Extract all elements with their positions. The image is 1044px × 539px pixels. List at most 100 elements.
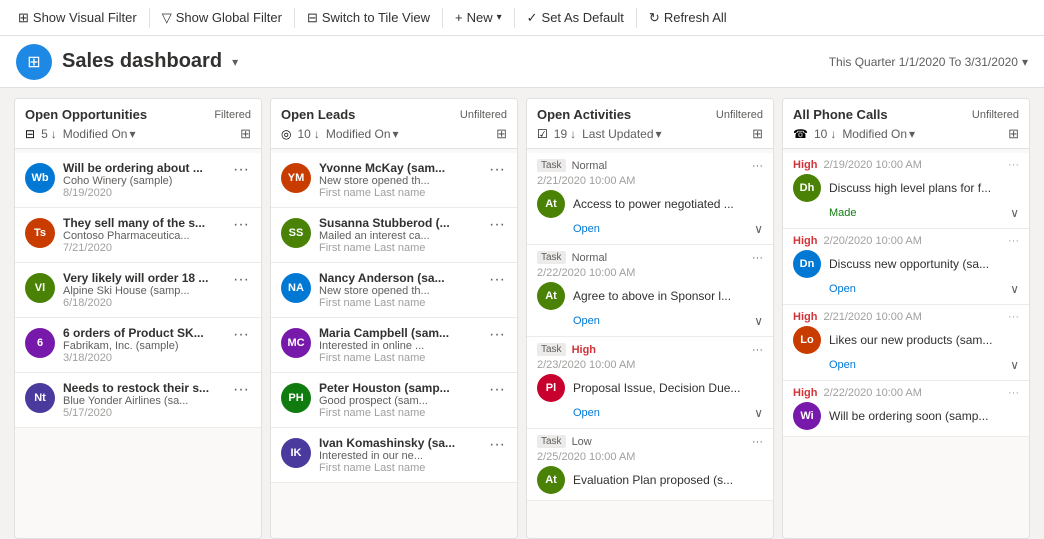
list-item[interactable]: Task Normal ··· 2/22/2020 10:00 AM At Ag… xyxy=(527,245,773,337)
list-item[interactable]: High 2/20/2020 10:00 AM ··· Dn Discuss n… xyxy=(783,229,1029,305)
avatar: IK xyxy=(281,438,311,468)
quarter-chevron-icon: ▾ xyxy=(1022,55,1028,69)
phone-row-4: Wi Will be ordering soon (samp... xyxy=(793,402,1019,430)
show-visual-filter-button[interactable]: ⊞ Show Visual Filter xyxy=(8,0,147,36)
avatar: At xyxy=(537,282,565,310)
table-row[interactable]: MC Maria Campbell (sam... Interested in … xyxy=(271,318,517,373)
table-row[interactable]: Ts They sell many of the s... Contoso Ph… xyxy=(15,208,261,263)
activities-settings-icon[interactable]: ⊞ xyxy=(752,126,763,142)
leads-sort[interactable]: Modified On ▾ xyxy=(326,127,399,141)
separator-2 xyxy=(294,8,295,28)
avatar: Ts xyxy=(25,218,55,248)
new-button[interactable]: + New ▾ xyxy=(445,0,512,36)
card-more-icon[interactable]: ··· xyxy=(231,271,251,289)
activity-status-1: Open ∨ xyxy=(537,218,763,238)
priority-4: Low xyxy=(572,436,592,448)
card-content: They sell many of the s... Contoso Pharm… xyxy=(63,216,223,254)
card-more-icon[interactable]: ··· xyxy=(231,381,251,399)
phone-chevron-2[interactable]: ∨ xyxy=(1010,282,1019,296)
activity-chevron-2[interactable]: ∨ xyxy=(754,314,763,328)
card-content: Susanna Stubberod (... Mailed an interes… xyxy=(319,216,479,254)
table-row[interactable]: Vl Very likely will order 18 ... Alpine … xyxy=(15,263,261,318)
phone-calls-list: High 2/19/2020 10:00 AM ··· Dh Discuss h… xyxy=(783,149,1029,538)
plus-icon: + xyxy=(455,10,463,25)
activity-title-3: Proposal Issue, Decision Due... xyxy=(573,381,763,395)
table-row[interactable]: Wb Will be ordering about ... Coho Winer… xyxy=(15,153,261,208)
avatar: NA xyxy=(281,273,311,303)
leads-sort-icon: ◎ xyxy=(281,127,291,141)
table-row[interactable]: YM Yvonne McKay (sam... New store opened… xyxy=(271,153,517,208)
list-item[interactable]: High 2/19/2020 10:00 AM ··· Dh Discuss h… xyxy=(783,153,1029,229)
refresh-all-button[interactable]: ↻ Refresh All xyxy=(639,0,737,36)
filter-icon: ⊞ xyxy=(18,10,29,26)
activity-datetime-4: 2/25/2020 10:00 AM xyxy=(537,451,763,463)
separator-5 xyxy=(636,8,637,28)
phone-more-1[interactable]: ··· xyxy=(1008,159,1019,171)
phone-more-2[interactable]: ··· xyxy=(1008,235,1019,247)
activity-chevron-3[interactable]: ∨ xyxy=(754,406,763,420)
switch-to-tile-view-button[interactable]: ⊟ Switch to Tile View xyxy=(297,0,440,36)
phone-more-4[interactable]: ··· xyxy=(1008,387,1019,399)
show-global-filter-button[interactable]: ▽ Show Global Filter xyxy=(152,0,292,36)
table-row[interactable]: NA Nancy Anderson (sa... New store opene… xyxy=(271,263,517,318)
task-badge-1: Task xyxy=(537,159,566,172)
table-row[interactable]: Nt Needs to restock their s... Blue Yond… xyxy=(15,373,261,428)
activity-meta-4: Task Low ··· xyxy=(537,435,763,448)
all-phone-calls-title: All Phone Calls xyxy=(793,107,888,122)
card-content: Nancy Anderson (sa... New store opened t… xyxy=(319,271,479,309)
avatar: PH xyxy=(281,383,311,413)
title-chevron-icon[interactable]: ▾ xyxy=(232,55,238,69)
avatar: Lo xyxy=(793,326,821,354)
table-row[interactable]: IK Ivan Komashinsky (sa... Interested in… xyxy=(271,428,517,483)
task-badge-4: Task xyxy=(537,435,566,448)
card-more-icon[interactable]: ··· xyxy=(487,381,507,399)
avatar: Dh xyxy=(793,174,821,202)
header-left: ⊞ Sales dashboard ▾ xyxy=(16,44,238,80)
list-item[interactable]: High 2/22/2020 10:00 AM ··· Wi Will be o… xyxy=(783,381,1029,437)
page-title: Sales dashboard xyxy=(62,50,222,73)
task-badge-3: Task xyxy=(537,343,566,356)
list-item[interactable]: High 2/21/2020 10:00 AM ··· Lo Likes our… xyxy=(783,305,1029,381)
set-as-default-button[interactable]: ✓ Set As Default xyxy=(517,0,634,36)
list-item[interactable]: Task Normal ··· 2/21/2020 10:00 AM At Ac… xyxy=(527,153,773,245)
phone-settings-icon[interactable]: ⊞ xyxy=(1008,126,1019,142)
quarter-range[interactable]: This Quarter 1/1/2020 To 3/31/2020 ▾ xyxy=(829,55,1028,69)
activity-more-4[interactable]: ··· xyxy=(752,436,763,448)
opportunities-settings-icon[interactable]: ⊞ xyxy=(240,126,251,142)
card-more-icon[interactable]: ··· xyxy=(231,216,251,234)
list-item[interactable]: Task Low ··· 2/25/2020 10:00 AM At Evalu… xyxy=(527,429,773,501)
table-row[interactable]: SS Susanna Stubberod (... Mailed an inte… xyxy=(271,208,517,263)
card-content: Very likely will order 18 ... Alpine Ski… xyxy=(63,271,223,309)
phone-meta-1: High 2/19/2020 10:00 AM ··· xyxy=(793,159,1019,171)
card-more-icon[interactable]: ··· xyxy=(231,161,251,179)
phone-chevron-3[interactable]: ∨ xyxy=(1010,358,1019,372)
leads-settings-icon[interactable]: ⊞ xyxy=(496,126,507,142)
card-more-icon[interactable]: ··· xyxy=(487,271,507,289)
phone-row-3: Lo Likes our new products (sam... xyxy=(793,326,1019,354)
card-more-icon[interactable]: ··· xyxy=(487,436,507,454)
phone-priority-4: High xyxy=(793,387,817,399)
table-row[interactable]: 6 6 orders of Product SK... Fabrikam, In… xyxy=(15,318,261,373)
activities-list: Task Normal ··· 2/21/2020 10:00 AM At Ac… xyxy=(527,149,773,538)
phone-chevron-1[interactable]: ∨ xyxy=(1010,206,1019,220)
activities-sort[interactable]: Last Updated ▾ xyxy=(582,127,661,141)
all-phone-calls-header: All Phone Calls Unfiltered ☎ 10 ↓ Modifi… xyxy=(783,99,1029,149)
table-row[interactable]: PH Peter Houston (samp... Good prospect … xyxy=(271,373,517,428)
activity-more-2[interactable]: ··· xyxy=(752,252,763,264)
activity-more-1[interactable]: ··· xyxy=(752,160,763,172)
card-more-icon[interactable]: ··· xyxy=(487,216,507,234)
activities-icon: ☑ xyxy=(537,127,548,141)
new-chevron-icon: ▾ xyxy=(497,12,502,23)
card-more-icon[interactable]: ··· xyxy=(487,161,507,179)
list-item[interactable]: Task High ··· 2/23/2020 10:00 AM Pl Prop… xyxy=(527,337,773,429)
phone-datetime-1: 2/19/2020 10:00 AM xyxy=(823,159,921,171)
avatar: Dn xyxy=(793,250,821,278)
card-more-icon[interactable]: ··· xyxy=(231,326,251,344)
opportunities-sort[interactable]: Modified On ▾ xyxy=(63,127,136,141)
phone-sort[interactable]: Modified On ▾ xyxy=(842,127,915,141)
activity-row-2: At Agree to above in Sponsor l... xyxy=(537,282,763,310)
activity-chevron-1[interactable]: ∨ xyxy=(754,222,763,236)
card-more-icon[interactable]: ··· xyxy=(487,326,507,344)
activity-more-3[interactable]: ··· xyxy=(752,344,763,356)
phone-more-3[interactable]: ··· xyxy=(1008,311,1019,323)
